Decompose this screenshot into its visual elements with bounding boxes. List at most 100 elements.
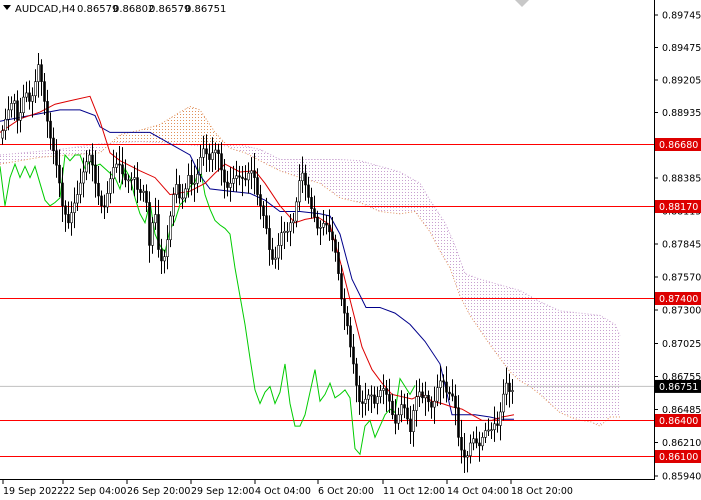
y-tick-label: 0.89205 — [662, 76, 701, 87]
candle-body — [154, 214, 157, 224]
candle-body — [127, 179, 130, 182]
candle-body — [487, 429, 490, 432]
candle-body — [133, 177, 136, 180]
candle-body — [115, 163, 118, 168]
x-tick-label: 22 Sep 04:00 — [63, 486, 126, 497]
candle-body — [31, 95, 34, 102]
candle-body — [346, 312, 349, 327]
candle-body — [301, 172, 304, 182]
candle-body — [13, 100, 16, 104]
candle-body — [76, 194, 79, 204]
candle-body — [442, 380, 445, 383]
candle-body — [349, 325, 352, 348]
candle-body — [229, 182, 232, 188]
candle-body — [130, 179, 133, 181]
candle-body — [394, 414, 397, 424]
candle-body — [169, 215, 172, 241]
x-tick-label: 18 Oct 20:00 — [511, 486, 573, 497]
candle-body — [193, 182, 196, 185]
candle-body — [307, 184, 310, 198]
candle-body — [334, 239, 337, 253]
candle-body — [94, 164, 97, 184]
candle-body — [379, 390, 382, 397]
candle-body — [280, 232, 283, 246]
candle-body — [496, 423, 499, 426]
candle-body — [124, 173, 127, 181]
candle-body — [22, 96, 25, 113]
candle-body — [508, 382, 511, 392]
candle-body — [247, 172, 250, 181]
candle-body — [91, 154, 94, 166]
candle-body — [172, 194, 175, 217]
candle-body — [460, 437, 463, 451]
candle-body — [367, 394, 370, 400]
candle-body — [322, 223, 325, 228]
candle-body — [319, 227, 322, 229]
candle-body — [214, 149, 217, 154]
candle-body — [103, 205, 106, 208]
candle-body — [397, 414, 400, 424]
candle-body — [97, 182, 100, 197]
y-tick-label: 0.85940 — [662, 472, 701, 483]
candle-body — [466, 455, 469, 458]
level-price-label: 0.87400 — [659, 294, 698, 305]
candle-body — [181, 197, 184, 200]
candle-body — [283, 230, 286, 233]
candle-body — [325, 223, 328, 226]
candle-body — [82, 171, 85, 184]
candle-body — [403, 404, 406, 409]
candle-body — [439, 380, 442, 388]
candle-body — [493, 423, 496, 431]
candle-body — [208, 153, 211, 160]
candle-body — [58, 164, 61, 184]
level-price-label: 0.86100 — [659, 452, 698, 463]
candle-body — [418, 391, 421, 397]
candle-body — [310, 197, 313, 209]
candle-body — [166, 239, 169, 257]
candle-body — [268, 228, 271, 250]
candle-body — [463, 449, 466, 458]
candle-body — [490, 429, 493, 432]
candle-body — [190, 175, 193, 185]
y-tick-label: 0.88935 — [662, 108, 701, 119]
price-chart[interactable]: 0.897450.894750.892050.889350.886550.883… — [0, 0, 701, 500]
candle-body — [34, 81, 37, 97]
y-tick-label: 0.87300 — [662, 306, 701, 317]
candle-body — [235, 175, 238, 179]
candle-body — [259, 194, 262, 207]
candle-body — [412, 410, 415, 432]
candle-body — [343, 298, 346, 314]
candle-body — [469, 442, 472, 456]
candle-body — [451, 393, 454, 397]
candle-body — [511, 390, 514, 392]
candle-body — [298, 180, 301, 203]
candle-body — [139, 189, 142, 193]
y-tick-label: 0.87025 — [662, 339, 701, 350]
candle-body — [178, 184, 181, 199]
candle-body — [364, 398, 367, 404]
y-tick-label: 0.87570 — [662, 273, 701, 284]
y-tick-label: 0.89475 — [662, 43, 701, 54]
ohlc-close: 0.86751 — [185, 4, 226, 15]
candle-body — [289, 222, 292, 232]
candle-body — [265, 215, 268, 229]
x-tick-label: 14 Oct 04:00 — [447, 486, 509, 497]
candle-body — [226, 181, 229, 188]
candle-body — [385, 388, 388, 395]
candle-body — [445, 381, 448, 393]
y-tick-label: 0.89745 — [662, 11, 701, 22]
candle-body — [184, 188, 187, 199]
candle-body — [85, 161, 88, 173]
candle-body — [61, 182, 64, 207]
candle-body — [481, 437, 484, 447]
candle-body — [37, 64, 40, 82]
candle-body — [382, 388, 385, 391]
candle-body — [415, 396, 418, 411]
candle-body — [199, 156, 202, 175]
candle-body — [253, 170, 256, 178]
x-tick-label: 11 Oct 12:00 — [383, 486, 445, 497]
candle-body — [388, 394, 391, 402]
candle-body — [40, 64, 43, 82]
candle-body — [421, 391, 424, 399]
candle-body — [271, 249, 274, 260]
